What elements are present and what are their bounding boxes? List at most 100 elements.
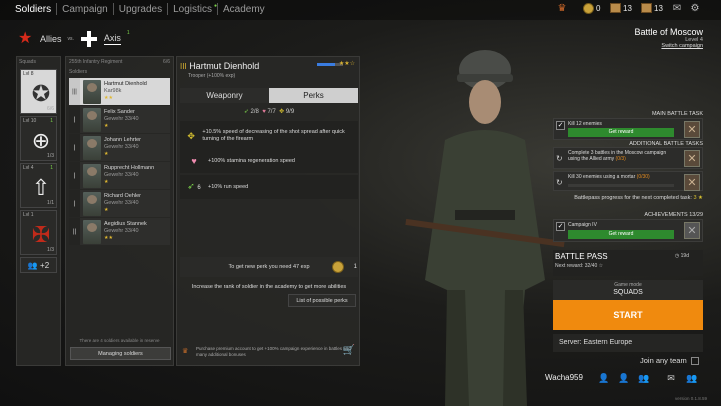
rifle-reward-icon: ✕ [684,121,700,138]
tab-campaign[interactable]: Campaign [57,4,113,15]
regiment-count: 6/6 [163,59,170,65]
tab-weaponry[interactable]: Weaponry [180,88,269,103]
group-icon[interactable]: 👥 [685,372,699,384]
eagle-icon[interactable]: ♛ [556,3,568,15]
squad-card[interactable]: Lvl 8 ✪ 6/6 [20,69,57,114]
version-label: version 0.1.8.59 [675,396,708,401]
perk-item[interactable]: ➶ 6 +10% run speed [180,175,358,199]
achievement-task: ✓ Campaign IV Get reward ✕ [553,219,703,242]
tab-soldiers[interactable]: Soldiers [10,4,56,15]
battle-pass-panel[interactable]: BATTLE PASS Next reward: 32/40 ☆ ◷ 19d [553,250,703,276]
checkbox[interactable] [690,357,699,366]
soldier-weapon: Gewehr 33/40 [104,200,139,206]
soldier-details-panel: III Hartmut Dienhold Trooper (+100% exp)… [176,56,360,366]
tab-logistics[interactable]: Logistics ● [168,3,217,15]
soldier-name: Aegidius Stannek [104,221,147,227]
get-reward-button[interactable]: Get reward [568,128,674,137]
new-perk-text: To get new perk you need 47 exp [228,264,310,270]
vs-label: vs. [67,36,74,42]
reward-icon: ✕ [684,174,700,191]
soldier-weapon: Gewehr 33/40 [104,172,139,178]
friends-icon[interactable]: 👥 [637,372,651,384]
new-perk-row: To get new perk you need 47 exp 1 [180,257,358,277]
soldier-weapon: Kar98k [104,88,122,94]
soldier-model [405,50,565,406]
axis-label[interactable]: Axis [103,33,121,45]
cart-icon[interactable]: 🛒 [343,346,355,355]
add-squad-label: +2 [40,261,50,270]
soldier-stars: ★★☆ [338,61,355,67]
managing-soldiers-button[interactable]: Managing soldiers [70,347,171,360]
perk-text: +100% stamina regeneration speed [208,157,295,164]
soldier-row[interactable]: | Johann Lehrter Gewehr 33/40 ★ [69,134,170,161]
soldier-name: Johann Lehrter [104,137,141,143]
rank-icon: | [69,134,80,161]
soldier-title: III Hartmut Dienhold [180,61,259,71]
soldier-row[interactable]: || Aegidius Stannek Gewehr 33/40 ★★ [69,218,170,245]
mail-icon[interactable]: ✉ [664,372,678,384]
get-reward-button[interactable]: Get reward [568,230,674,239]
main-nav: Soldiers Campaign Upgrades Logistics ● Ac… [10,3,270,15]
list-of-perks-button[interactable]: List of possible perks [288,294,356,307]
soldiers-header: Soldiers [69,69,88,75]
squad-count: 1/3 [47,247,54,253]
add-squad-button[interactable]: 👥 +2 [20,257,57,273]
tab-upgrades[interactable]: Upgrades [114,4,167,15]
regiment-name: 255th Infantry Regiment [69,59,123,65]
card-icon [641,3,652,13]
server-selector[interactable]: Server: Eastern Europe [553,334,703,352]
rifle-squad-icon: ✪ [31,81,51,106]
avatar [83,135,101,160]
checkbox-checked-icon: ✓ [556,222,565,231]
avatar [83,191,101,216]
upgrade-arrow-icon: ⇧ [31,175,51,200]
refresh-icon[interactable]: ↻ [556,178,563,187]
close-icon[interactable]: ✕ [684,222,700,239]
tab-academy[interactable]: Academy [218,4,270,15]
gold-value: 0 [596,4,601,13]
eagle-icon: ♛ [182,348,189,355]
main-task-header: MAIN BATTLE TASK [651,111,703,117]
tab-perks[interactable]: Perks [269,88,358,103]
perk-item[interactable]: ♥ +100% stamina regeneration speed [180,149,358,173]
add-friend-icon[interactable]: 👤 [597,372,611,384]
task-description: Kill 30 enemies using a mortar [568,174,636,180]
perk-item[interactable]: ✥ +10.5% speed of decreasing of the shot… [180,121,358,151]
task-progress-bar [568,184,674,187]
iron-cross-icon[interactable] [80,30,98,48]
soldiers-panel: 255th Infantry Regiment 6/6 Soldiers ||| … [65,56,174,366]
soldier-row[interactable]: | Felix Sander Gewehr 33/40 ★ [69,106,170,133]
soldier-name: Felix Sander [104,109,135,115]
soldier-row[interactable]: ||| Hartmut Dienhold Kar98k ★★ [69,78,170,105]
refresh-icon[interactable]: ↻ [556,154,563,163]
avatar [83,107,101,132]
battle-name: Battle of Moscow [634,27,703,37]
soldier-class: Trooper (+100% exp) [188,73,236,79]
avatar [83,79,101,104]
battlepass-progress-note: Battlepass progress for the next complet… [573,195,703,201]
join-any-team-toggle[interactable]: Join any team [640,356,699,366]
squad-level: Lvl 1 [23,212,34,218]
squad-card[interactable]: Lvl 4 1 ⇧ 1/1 [20,163,57,208]
premium-banner[interactable]: ♛ Purchase premium account to get +100% … [180,346,358,362]
gear-icon[interactable]: ⚙ [689,3,701,15]
perk-points: ➶ 2/8 ♥ 7/7 ✥ 9/9 [177,108,361,115]
game-mode-selector[interactable]: Game mode SQUADS [553,280,703,300]
soldier-row[interactable]: | Richard Oehler Gewehr 33/40 ★ [69,190,170,217]
soldier-row[interactable]: | Rupprecht Hollmann Gewehr 33/40 ★ [69,162,170,189]
soldier-stars: ★★ [104,235,113,241]
squad-count: 6/6 [47,106,54,112]
squad-card[interactable]: Lvl 10 1 ⊕ 1/3 [20,116,57,161]
squad-badge: 1 [50,118,53,124]
assault-emblem-icon: ✠ [31,222,51,247]
avatar [83,163,101,188]
soldier-stars: ★ [104,207,109,213]
switch-campaign-link[interactable]: Switch campaign [634,43,703,49]
start-button[interactable]: START [553,300,703,330]
mail-icon[interactable]: ✉ [671,3,683,15]
join-any-team-label: Join any team [640,356,687,365]
add-friend-icon[interactable]: 👤 [617,372,631,384]
allies-label[interactable]: Allies [40,34,62,44]
squad-card[interactable]: Lvl 1 ✠ 1/3 [20,210,57,255]
soviet-star-icon[interactable]: ★ [18,31,34,47]
